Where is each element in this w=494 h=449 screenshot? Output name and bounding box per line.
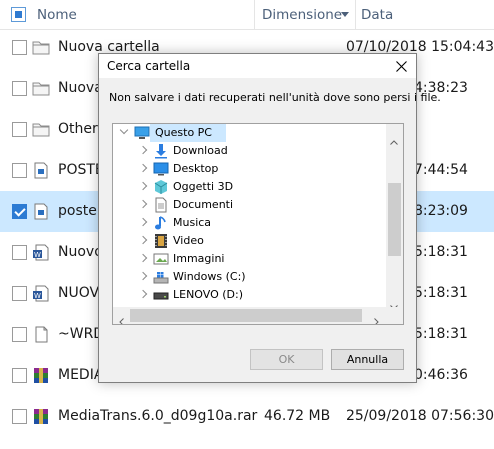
scroll-up-icon[interactable] xyxy=(390,130,398,145)
svg-text:W: W xyxy=(34,292,41,300)
cancel-button[interactable]: Annulla xyxy=(331,349,404,370)
word-doc-icon: W xyxy=(33,244,49,261)
column-header-size[interactable]: Dimensione xyxy=(262,0,342,30)
tree-item-label: Video xyxy=(173,234,204,247)
file-name: MediaTrans.6.0_d09g10a.rar xyxy=(58,408,258,424)
dialog-instruction: Non salvare i dati recuperati nell'unità… xyxy=(109,91,441,104)
folder-icon xyxy=(32,82,50,96)
file-list-header: Nome Dimensione Data xyxy=(0,0,494,30)
tree-item-questo-pc[interactable]: Questo PC xyxy=(113,124,386,142)
windows-drive-icon xyxy=(153,272,169,284)
documents-icon xyxy=(155,197,167,213)
scroll-right-icon[interactable] xyxy=(374,311,379,324)
file-name: poste xyxy=(58,203,97,219)
tree-item-label: LENOVO (D:) xyxy=(173,288,244,301)
ok-button[interactable]: OK xyxy=(250,349,323,370)
pictures-icon xyxy=(153,253,169,265)
folder-icon xyxy=(32,41,50,55)
sort-down-icon[interactable] xyxy=(341,12,349,17)
tree-item-immagini[interactable]: Immagini xyxy=(113,250,386,268)
tree-item-download[interactable]: Download xyxy=(113,142,386,160)
horizontal-scrollbar[interactable] xyxy=(113,307,386,324)
row-checkbox[interactable] xyxy=(12,40,27,55)
chevron-right-icon[interactable] xyxy=(138,271,148,281)
row-checkbox[interactable] xyxy=(12,409,27,424)
file-name: MEDIA xyxy=(58,367,104,383)
tree-item-label: Oggetti 3D xyxy=(173,180,234,193)
tree-item-video[interactable]: Video xyxy=(113,232,386,250)
file-date: 25/09/2018 07:56:30 xyxy=(345,408,494,424)
folder-icon xyxy=(32,123,50,137)
row-checkbox[interactable] xyxy=(12,327,27,342)
file-name: NUOV xyxy=(58,285,100,301)
objects-3d-icon xyxy=(154,180,168,194)
tree-item-oggetti-3d[interactable]: Oggetti 3D xyxy=(113,178,386,196)
column-divider[interactable] xyxy=(355,0,356,30)
row-checkbox[interactable] xyxy=(12,286,27,301)
scroll-thumb[interactable] xyxy=(130,309,362,322)
chevron-right-icon[interactable] xyxy=(138,253,148,263)
close-icon xyxy=(396,61,407,72)
chevron-right-icon[interactable] xyxy=(138,199,148,209)
tree-item-label: Questo PC xyxy=(155,126,212,139)
chevron-right-icon[interactable] xyxy=(138,163,148,173)
browse-folder-dialog: Cerca cartella Non salvare i dati recupe… xyxy=(98,53,441,383)
blank-file-icon xyxy=(35,326,48,343)
this-pc-icon xyxy=(134,126,150,139)
rar-archive-icon xyxy=(34,409,48,424)
tree-item-label: Immagini xyxy=(173,252,225,265)
tree-item-documenti[interactable]: Documenti xyxy=(113,196,386,214)
chevron-down-icon[interactable] xyxy=(119,125,129,135)
select-all-checkbox[interactable] xyxy=(11,7,26,22)
chevron-right-icon[interactable] xyxy=(138,145,148,155)
chevron-right-icon[interactable] xyxy=(138,235,148,245)
tree-item-label: Documenti xyxy=(173,198,234,211)
scroll-left-icon[interactable] xyxy=(119,311,124,324)
drive-icon xyxy=(153,292,169,300)
tree-item-label: Musica xyxy=(173,216,212,229)
tree-item-musica[interactable]: Musica xyxy=(113,214,386,232)
tree-item-label: Desktop xyxy=(173,162,219,175)
dialog-title: Cerca cartella xyxy=(107,59,191,73)
tree-item-desktop[interactable]: Desktop xyxy=(113,160,386,178)
tree-item-label: Windows (C:) xyxy=(173,270,246,283)
tree-item-windows-c[interactable]: Windows (C:) xyxy=(113,268,386,286)
word-doc-icon: W xyxy=(33,285,49,302)
svg-text:W: W xyxy=(34,251,41,259)
tree-item-label: Download xyxy=(173,144,228,157)
scrollbar-corner xyxy=(386,307,403,324)
column-divider[interactable] xyxy=(254,0,255,30)
desktop-icon xyxy=(153,162,169,176)
folder-tree[interactable]: Questo PC Download Desktop Oggetti 3D Do… xyxy=(112,123,404,325)
music-icon xyxy=(155,216,166,230)
row-checkbox[interactable] xyxy=(12,163,27,178)
chevron-right-icon[interactable] xyxy=(138,289,148,299)
column-header-date[interactable]: Data xyxy=(361,0,393,30)
row-checkbox[interactable] xyxy=(12,245,27,260)
vertical-scrollbar[interactable] xyxy=(386,124,403,310)
row-checkbox[interactable] xyxy=(12,368,27,383)
tree-item-lenovo-d[interactable]: LENOVO (D:) xyxy=(113,286,386,304)
row-checkbox[interactable] xyxy=(12,122,27,137)
file-name: Other xyxy=(58,121,98,137)
chevron-right-icon[interactable] xyxy=(138,181,148,191)
video-icon xyxy=(155,234,167,248)
dialog-titlebar[interactable]: Cerca cartella xyxy=(99,54,416,78)
column-header-name[interactable]: Nome xyxy=(37,0,77,30)
row-checkbox[interactable] xyxy=(12,204,27,219)
file-row[interactable]: MediaTrans.6.0_d09g10a.rar 46.72 MB 25/0… xyxy=(0,396,494,437)
image-file-icon xyxy=(34,162,48,179)
download-icon xyxy=(155,144,167,159)
file-name: Nuovo xyxy=(58,244,103,260)
file-name: Nuova xyxy=(58,80,103,96)
row-checkbox[interactable] xyxy=(12,81,27,96)
scroll-thumb[interactable] xyxy=(388,183,401,256)
rar-archive-icon xyxy=(34,368,48,383)
scroll-down-icon[interactable] xyxy=(390,295,398,310)
chevron-right-icon[interactable] xyxy=(138,217,148,227)
file-size: 46.72 MB xyxy=(264,408,331,424)
close-button[interactable] xyxy=(386,54,416,78)
image-file-icon xyxy=(34,203,48,220)
file-name: POSTE xyxy=(58,162,104,178)
